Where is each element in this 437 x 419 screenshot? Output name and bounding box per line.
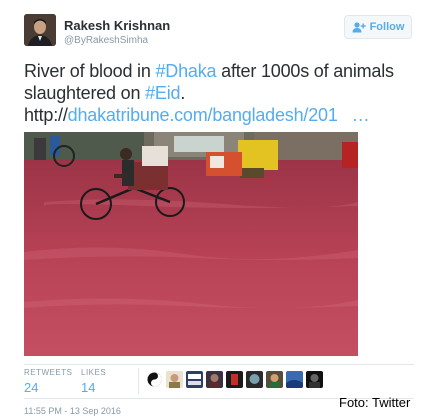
- liker-3-icon: [186, 371, 203, 388]
- tweet-card: Rakesh Krishnan @ByRakeshSimha Follow Ri…: [0, 0, 437, 419]
- add-user-icon: [352, 21, 366, 32]
- liker-4-icon: [206, 371, 223, 388]
- author-avatar[interactable]: [24, 14, 56, 46]
- photo-credit: Foto: Twitter: [339, 395, 411, 410]
- tweet-text-segment: after 1000s of animals: [216, 61, 394, 81]
- liker-avatar[interactable]: [226, 371, 243, 388]
- likes-count[interactable]: 14: [81, 380, 106, 395]
- tweet-text-segment: .: [180, 83, 186, 103]
- profile-photo-icon: [24, 14, 56, 46]
- link-ellipsis[interactable]: …: [352, 105, 370, 125]
- tweet-line-1: River of blood in #Dhaka after 1000s of …: [24, 60, 424, 82]
- liker-7-icon: [266, 371, 283, 388]
- article-link[interactable]: dhakatribune.com/bangladesh/201: [68, 105, 338, 125]
- tweet-timestamp[interactable]: 11:55 PM - 13 Sep 2016: [24, 406, 121, 416]
- tweet-photo[interactable]: [24, 132, 358, 356]
- hashtag-eid[interactable]: #Eid: [145, 83, 180, 103]
- liker-avatar[interactable]: [146, 371, 163, 388]
- liker-avatar[interactable]: [266, 371, 283, 388]
- retweets-label: RETWEETS: [24, 368, 73, 377]
- url-scheme: http://: [24, 105, 68, 125]
- follow-label: Follow: [369, 21, 405, 33]
- liker-2-icon: [166, 371, 183, 388]
- tweet-text-segment: slaughtered on: [24, 83, 146, 103]
- liker-avatar[interactable]: [186, 371, 203, 388]
- liker-9-icon: [306, 371, 323, 388]
- tweet-line-2: slaughtered on #Eid.: [24, 82, 424, 104]
- likes-stat[interactable]: LIKES 14: [81, 368, 106, 395]
- retweets-stat[interactable]: RETWEETS 24: [24, 368, 72, 395]
- liker-avatar[interactable]: [246, 371, 263, 388]
- liker-6-icon: [246, 371, 263, 388]
- liker-avatar[interactable]: [166, 371, 183, 388]
- follow-button[interactable]: Follow: [344, 15, 412, 39]
- liker-5-icon: [226, 371, 243, 388]
- stats-separator: [138, 368, 139, 394]
- liker-avatar[interactable]: [306, 371, 323, 388]
- flooded-street-photo-icon: [24, 132, 358, 356]
- retweets-count[interactable]: 24: [24, 380, 72, 395]
- liker-avatar[interactable]: [286, 371, 303, 388]
- tweet-line-3: http://dhakatribune.com/bangladesh/201 …: [24, 104, 424, 126]
- liker-8-icon: [286, 371, 303, 388]
- liker-1-icon: [146, 371, 163, 388]
- author-name[interactable]: Rakesh Krishnan: [64, 18, 170, 33]
- tweet-text: River of blood in #Dhaka after 1000s of …: [24, 60, 424, 126]
- stats-divider-top: [24, 364, 414, 365]
- author-handle[interactable]: @ByRakeshSimha: [64, 35, 148, 46]
- hashtag-dhaka[interactable]: #Dhaka: [155, 61, 216, 81]
- likes-label: LIKES: [81, 368, 107, 377]
- liker-avatars: [146, 371, 323, 388]
- liker-avatar[interactable]: [206, 371, 223, 388]
- tweet-text-segment: River of blood in: [24, 61, 156, 81]
